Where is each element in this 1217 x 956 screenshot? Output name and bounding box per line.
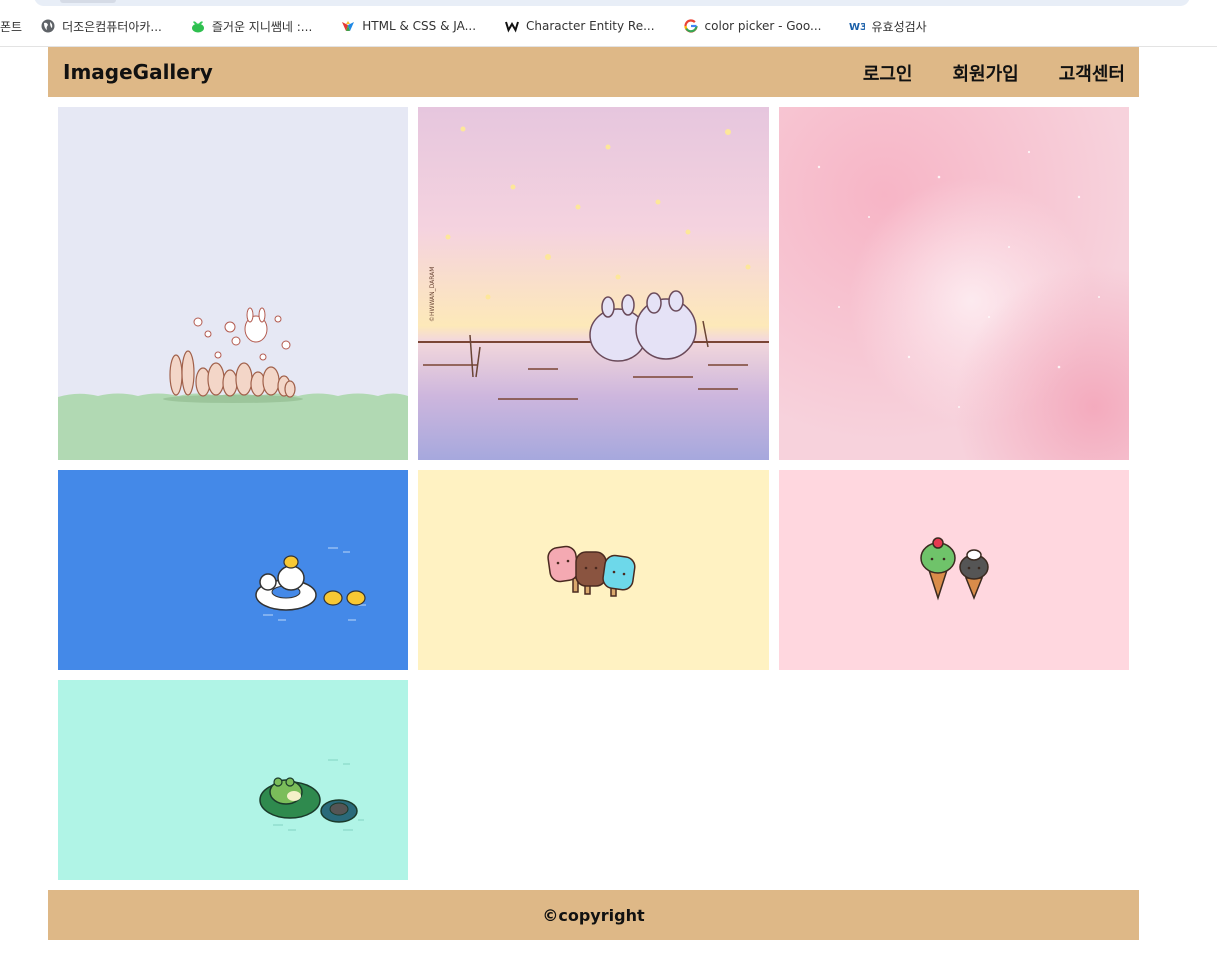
bookmark-character-entity[interactable]: Character Entity Re... bbox=[504, 18, 655, 34]
bookmark-label: HTML & CSS & JA... bbox=[362, 19, 477, 33]
bookmark-academy[interactable]: 더조은컴퓨터아카... bbox=[40, 18, 162, 35]
bookmark-label: 유효성검사 bbox=[871, 19, 927, 34]
bookmark-label: 폰트 bbox=[0, 19, 23, 34]
globe-icon bbox=[40, 18, 56, 34]
gallery-image-bunnies-on-grass[interactable] bbox=[58, 107, 408, 460]
gallery-image-frog-on-lily-pad[interactable] bbox=[58, 680, 408, 880]
address-bar-edge bbox=[34, 0, 1190, 6]
site-footer: ©copyright bbox=[48, 890, 1139, 940]
nav-login-link[interactable]: 로그인 bbox=[863, 60, 913, 86]
nav-support-link[interactable]: 고객센터 bbox=[1059, 60, 1125, 86]
site-logo[interactable]: ImageGallery bbox=[63, 60, 213, 84]
leaf-icon bbox=[190, 18, 206, 34]
bookmarks-bar: 폰트 더조은컴퓨터아카... 즐거운 지니쌤네 :... HTML & CSS … bbox=[0, 0, 1217, 47]
main-nav: 로그인 회원가입 고객센터 bbox=[863, 60, 1125, 86]
google-g-icon bbox=[683, 18, 699, 34]
nav-signup-link[interactable]: 회원가입 bbox=[953, 60, 1019, 86]
gallery-image-popsicles[interactable] bbox=[418, 470, 769, 670]
bookmark-label: 더조은컴퓨터아카... bbox=[62, 19, 162, 34]
bookmark-validator[interactable]: W3 유효성검사 bbox=[849, 18, 926, 35]
gallery-image-pink-watercolor[interactable] bbox=[779, 107, 1129, 460]
bookmark-label: Character Entity Re... bbox=[526, 19, 655, 33]
bookmark-color-picker[interactable]: color picker - Goo... bbox=[683, 18, 822, 34]
site-header: ImageGallery 로그인 회원가입 고객센터 bbox=[48, 47, 1139, 97]
gallery-image-ducks-on-float[interactable] bbox=[58, 470, 408, 670]
bookmark-label: color picker - Goo... bbox=[704, 19, 822, 33]
gallery-image-ice-cream-cones[interactable] bbox=[779, 470, 1129, 670]
image-gallery: ©HWWAN_DARAM bbox=[58, 107, 1129, 880]
gallery-image-twin-bunnies-sunset[interactable]: ©HWWAN_DARAM bbox=[418, 107, 769, 460]
colorful-bird-icon bbox=[340, 18, 356, 34]
bookmark-fonts[interactable]: 폰트 bbox=[0, 18, 22, 35]
svg-text:©HWWAN_DARAM: ©HWWAN_DARAM bbox=[429, 267, 436, 322]
copyright-text: ©copyright bbox=[542, 905, 645, 925]
w-icon bbox=[504, 18, 520, 34]
bookmark-label: 즐거운 지니쌤네 :... bbox=[211, 19, 313, 34]
svg-text:W3: W3 bbox=[849, 22, 865, 33]
bookmark-html-css[interactable]: HTML & CSS & JA... bbox=[340, 18, 476, 34]
bookmarks-list: 폰트 더조은컴퓨터아카... 즐거운 지니쌤네 :... HTML & CSS … bbox=[0, 17, 955, 35]
w3-icon: W3 bbox=[849, 18, 865, 34]
bookmark-jini[interactable]: 즐거운 지니쌤네 :... bbox=[190, 18, 312, 35]
tab-edge bbox=[60, 0, 116, 3]
